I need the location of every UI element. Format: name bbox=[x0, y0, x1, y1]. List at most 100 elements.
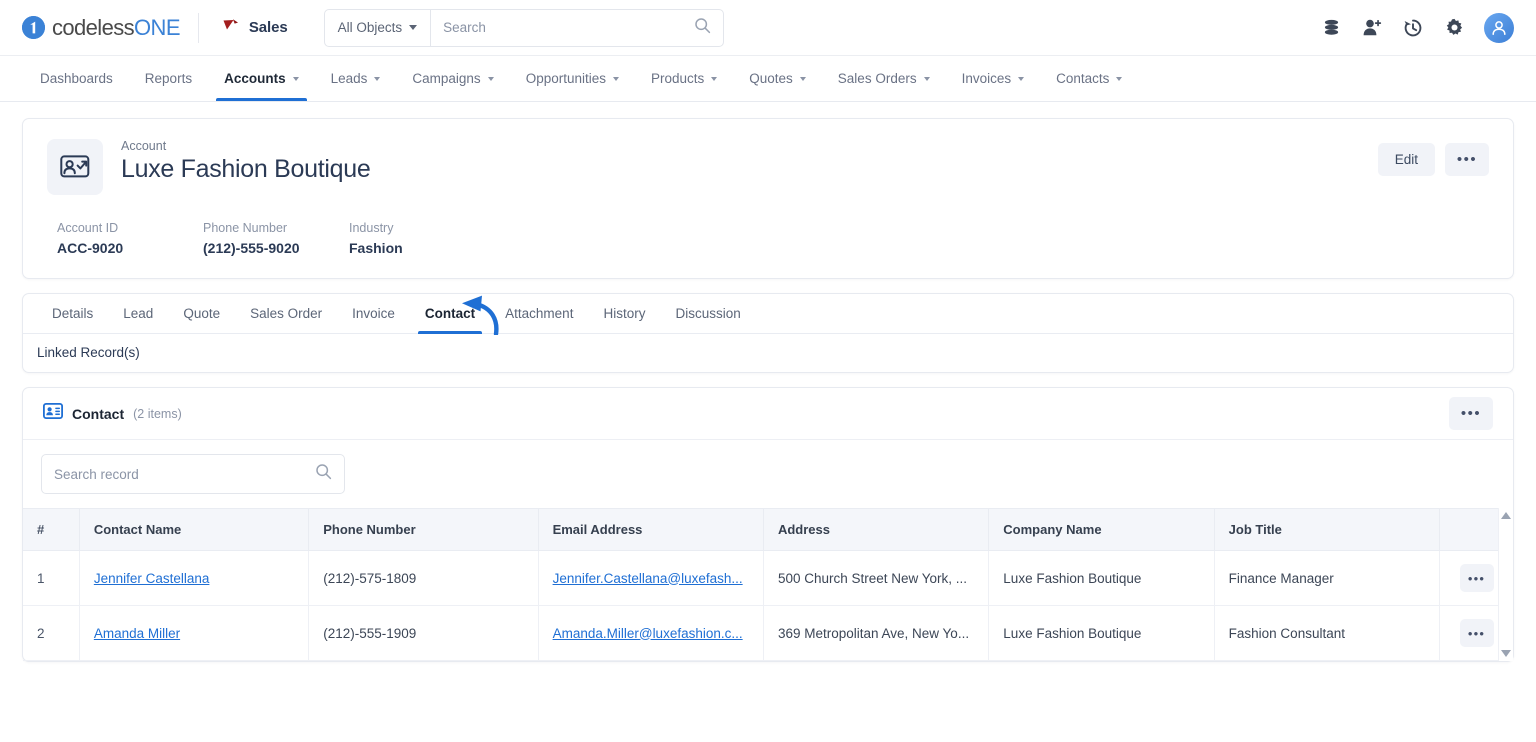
scroll-down-arrow-icon[interactable] bbox=[1501, 650, 1511, 657]
panel-more-button[interactable]: ••• bbox=[1449, 397, 1493, 430]
nav-label: Invoices bbox=[961, 71, 1012, 86]
global-search-group: All Objects bbox=[323, 8, 724, 47]
add-user-icon[interactable] bbox=[1361, 17, 1383, 39]
tab-quote[interactable]: Quote bbox=[168, 294, 235, 333]
table-row[interactable]: 2 Amanda Miller (212)-555-1909 Amanda.Mi… bbox=[23, 605, 1513, 661]
nav-item-sales-orders[interactable]: Sales Orders bbox=[822, 56, 946, 101]
app-switcher[interactable]: Sales bbox=[199, 15, 310, 40]
row-more-button[interactable]: ••• bbox=[1459, 564, 1494, 592]
cell-email-address: Jennifer.Castellana@luxefash... bbox=[538, 550, 764, 606]
tab-history[interactable]: History bbox=[588, 294, 660, 333]
tab-label: Lead bbox=[123, 306, 154, 321]
scroll-up-arrow-icon[interactable] bbox=[1501, 512, 1511, 519]
nav-item-quotes[interactable]: Quotes bbox=[733, 56, 822, 101]
tab-label: Attachment bbox=[505, 306, 574, 321]
chevron-down-icon bbox=[1018, 76, 1025, 81]
edit-button[interactable]: Edit bbox=[1377, 143, 1435, 176]
meta-value: ACC-9020 bbox=[57, 240, 124, 256]
nav-label: Products bbox=[650, 71, 705, 86]
nav-label: Opportunities bbox=[525, 71, 606, 86]
nav-label: Campaigns bbox=[412, 71, 481, 86]
table-header-row: # Contact Name Phone Number Email Addres… bbox=[23, 508, 1513, 551]
logo-text-primary: codeless bbox=[52, 14, 135, 40]
nav-item-reports[interactable]: Reports bbox=[129, 56, 208, 101]
app-name-label: Sales bbox=[248, 19, 288, 36]
meta-account-id: Account ID ACC-9020 bbox=[57, 221, 203, 256]
chevron-down-icon bbox=[711, 76, 718, 81]
tab-invoice[interactable]: Invoice bbox=[337, 294, 410, 333]
meta-label: Account ID bbox=[57, 221, 119, 235]
tab-discussion[interactable]: Discussion bbox=[660, 294, 755, 333]
record-tabs: Details Lead Quote Sales Order Invoice C… bbox=[23, 294, 1513, 334]
nav-item-dashboards[interactable]: Dashboards bbox=[24, 56, 129, 101]
record-meta: Account ID ACC-9020 Phone Number (212)-5… bbox=[47, 221, 1489, 256]
search-input[interactable] bbox=[443, 20, 694, 35]
meta-label: Industry bbox=[349, 221, 394, 235]
more-dots-icon: ••• bbox=[1456, 151, 1478, 168]
nav-label: Sales Orders bbox=[837, 71, 917, 86]
logo-text: codelessONE bbox=[52, 14, 181, 41]
table-row[interactable]: 1 Jennifer Castellana (212)-575-1809 Jen… bbox=[23, 550, 1513, 606]
chevron-down-icon bbox=[612, 76, 619, 81]
record-more-button[interactable]: ••• bbox=[1445, 143, 1489, 176]
cell-job-title: Finance Manager bbox=[1214, 550, 1441, 606]
gear-icon[interactable] bbox=[1443, 17, 1465, 39]
app-logo[interactable]: codelessONE bbox=[22, 15, 198, 41]
nav-item-invoices[interactable]: Invoices bbox=[946, 56, 1041, 101]
tab-lead[interactable]: Lead bbox=[108, 294, 168, 333]
email-link[interactable]: Jennifer.Castellana@luxefash... bbox=[553, 571, 743, 586]
nav-item-leads[interactable]: Leads bbox=[315, 56, 397, 101]
nav-item-contacts[interactable]: Contacts bbox=[1040, 56, 1138, 101]
more-dots-icon: ••• bbox=[1467, 625, 1486, 641]
tab-label: Discussion bbox=[675, 306, 741, 321]
chevron-down-icon bbox=[374, 76, 381, 81]
nav-label: Contacts bbox=[1056, 71, 1110, 86]
nav-item-campaigns[interactable]: Campaigns bbox=[396, 56, 509, 101]
chevron-down-icon bbox=[409, 25, 418, 30]
logo-text-secondary: ONE bbox=[134, 14, 180, 40]
col-phone-number: Phone Number bbox=[308, 508, 539, 551]
meta-label: Phone Number bbox=[203, 221, 288, 235]
global-search-box[interactable] bbox=[431, 17, 722, 39]
top-bar-actions bbox=[1320, 12, 1514, 43]
nav-label: Accounts bbox=[224, 71, 286, 86]
meta-value: (212)-555-9020 bbox=[203, 240, 300, 256]
contact-table-wrap: # Contact Name Phone Number Email Addres… bbox=[23, 508, 1513, 661]
history-icon[interactable] bbox=[1402, 17, 1424, 39]
search-icon bbox=[315, 463, 332, 485]
col-contact-name: Contact Name bbox=[79, 508, 310, 551]
cell-index: 2 bbox=[23, 605, 80, 661]
page-content: Account Luxe Fashion Boutique Edit ••• A… bbox=[0, 102, 1536, 662]
tab-details[interactable]: Details bbox=[37, 294, 108, 333]
contact-name-link[interactable]: Jennifer Castellana bbox=[94, 571, 210, 586]
object-filter-select[interactable]: All Objects bbox=[325, 9, 432, 46]
nav-item-opportunities[interactable]: Opportunities bbox=[510, 56, 635, 101]
record-search-box[interactable] bbox=[41, 454, 345, 494]
nav-label: Reports bbox=[144, 71, 193, 86]
tab-sales-order[interactable]: Sales Order bbox=[235, 294, 337, 333]
tab-label: History bbox=[603, 306, 646, 321]
nav-item-accounts[interactable]: Accounts bbox=[208, 56, 315, 101]
contact-panel-title: Contact (2 items) bbox=[42, 402, 182, 424]
email-link[interactable]: Amanda.Miller@luxefashion.c... bbox=[553, 626, 743, 641]
row-more-button[interactable]: ••• bbox=[1459, 619, 1494, 647]
nav-item-products[interactable]: Products bbox=[635, 56, 733, 101]
avatar[interactable] bbox=[1484, 12, 1514, 43]
cell-address: 500 Church Street New York, ... bbox=[763, 550, 990, 606]
tab-contact[interactable]: Contact bbox=[410, 294, 490, 334]
nav-label: Leads bbox=[330, 71, 368, 86]
codelessone-logo-icon bbox=[22, 16, 45, 39]
contact-panel-count: (2 items) bbox=[133, 406, 182, 421]
linked-records-label: Linked Record(s) bbox=[37, 345, 140, 360]
contact-name-link[interactable]: Amanda Miller bbox=[94, 626, 180, 641]
search-record-input[interactable] bbox=[54, 466, 315, 482]
main-nav: Dashboards Reports Accounts Leads Campai… bbox=[0, 56, 1536, 102]
table-scrollbar[interactable] bbox=[1498, 508, 1513, 661]
database-icon[interactable] bbox=[1320, 17, 1342, 39]
cell-email-address: Amanda.Miller@luxefashion.c... bbox=[538, 605, 764, 661]
cell-contact-name: Amanda Miller bbox=[79, 605, 310, 661]
record-object-label: Account bbox=[121, 139, 167, 153]
record-actions: Edit ••• bbox=[1377, 143, 1489, 176]
contact-panel: Contact (2 items) ••• Search record # Co… bbox=[22, 387, 1514, 662]
tab-attachment[interactable]: Attachment bbox=[490, 294, 588, 333]
